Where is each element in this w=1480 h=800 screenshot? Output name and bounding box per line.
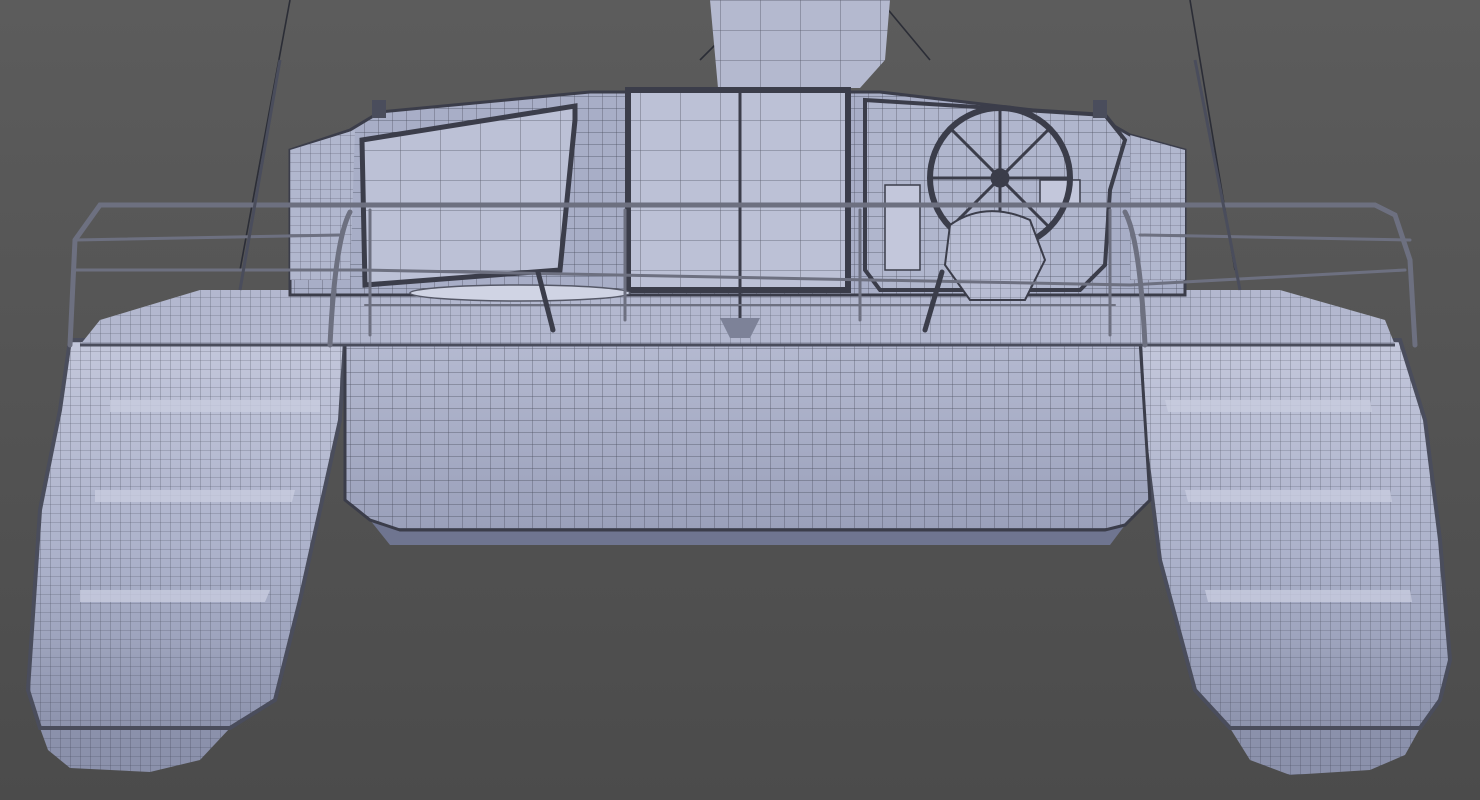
cabin-door [625, 87, 851, 293]
cockpit-table [409, 284, 631, 302]
catamaran-render [0, 0, 1480, 800]
cabin-left-window [359, 103, 578, 288]
render-viewport [0, 0, 1480, 800]
helm-seat [943, 210, 1047, 301]
bridge-deck [343, 338, 1152, 545]
mast-sail [710, 0, 890, 88]
